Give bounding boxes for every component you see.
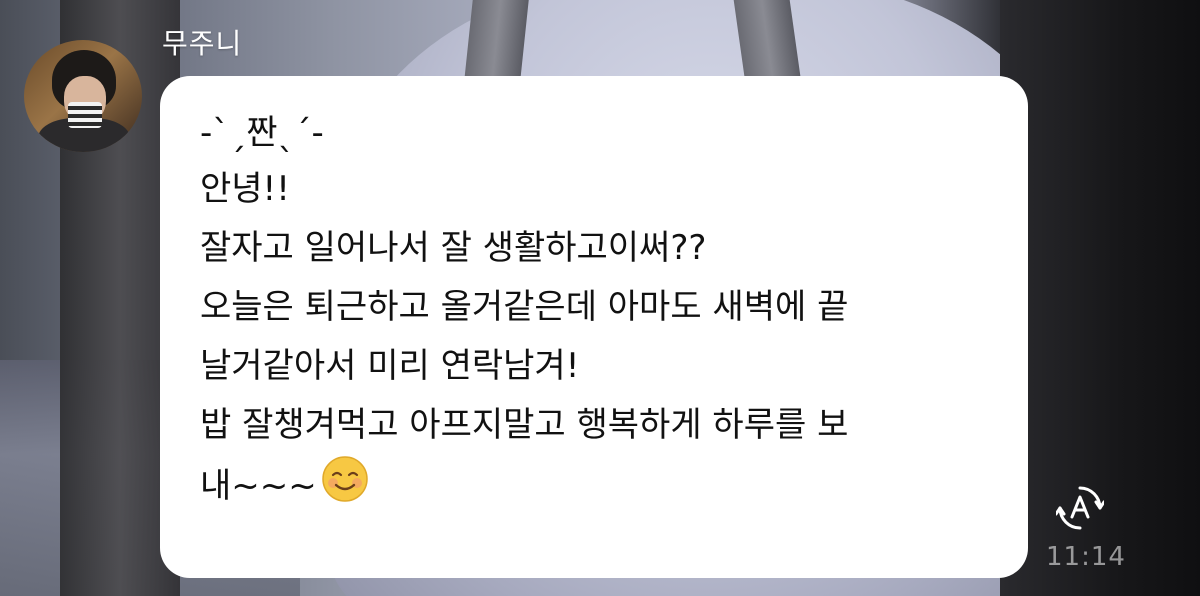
smiling-face-emoji — [322, 456, 368, 502]
message-line: 날거같아서 미리 연락남겨! — [200, 346, 580, 386]
avatar-sleeve — [68, 102, 102, 128]
message-line: 안녕!! — [200, 169, 290, 209]
message-line-text: 내~~~ — [200, 466, 317, 506]
message-line: 오늘은 퇴근하고 올거같은데 아마도 새벽에 끝 — [200, 287, 849, 327]
message-line: 밥 잘챙겨먹고 아프지말고 행복하게 하루를 보 — [200, 405, 849, 445]
sender-avatar[interactable] — [24, 40, 142, 152]
message-bubble[interactable]: -ˋˏ짠ˎˊ- 안녕!! 잘자고 일어나서 잘 생활하고이써?? 오늘은 퇴근하… — [160, 76, 1028, 578]
sender-name: 무주니 — [162, 27, 243, 60]
message-line: -ˋˏ짠ˎˊ- — [200, 113, 324, 153]
message-timestamp: 11:14 — [1046, 542, 1126, 572]
message-line-last: 내~~~ — [200, 455, 998, 516]
message-line: 잘자고 일어나서 잘 생활하고이써?? — [200, 228, 707, 268]
auto-translate-icon[interactable] — [1056, 484, 1104, 532]
